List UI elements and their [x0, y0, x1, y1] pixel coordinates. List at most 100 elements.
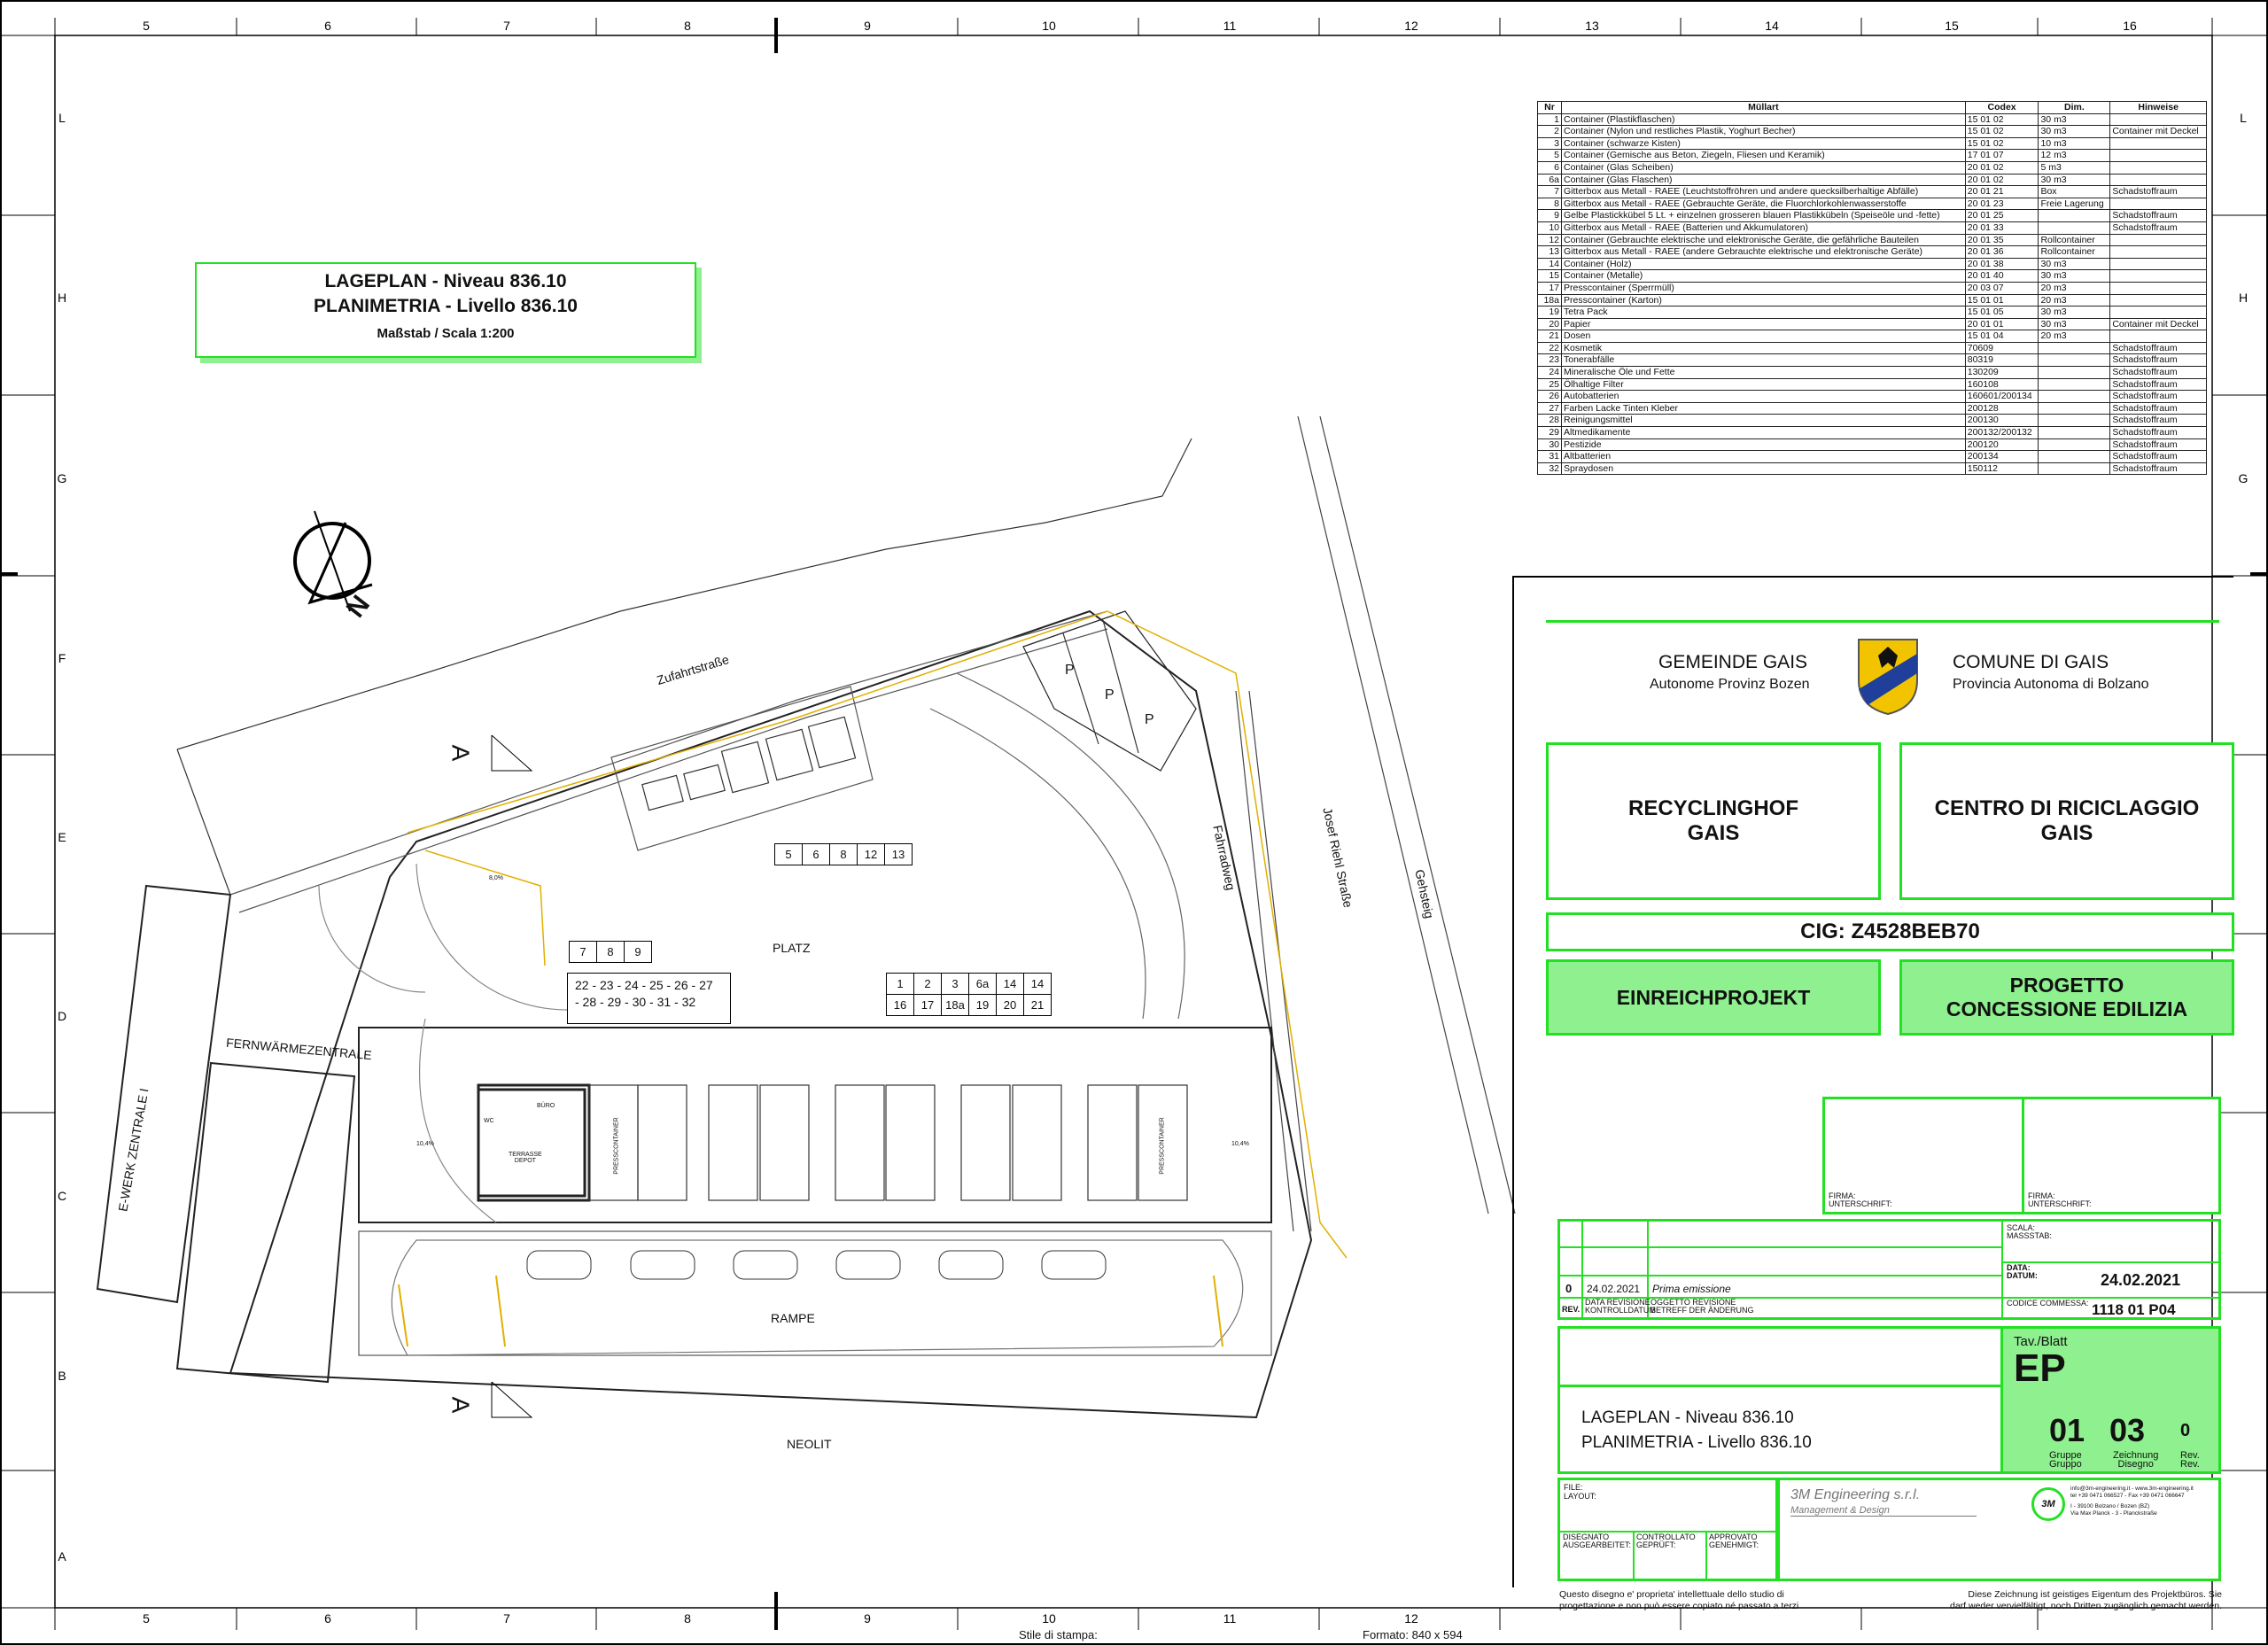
waste-table-cell: 5 — [1537, 149, 1562, 162]
plan-title-box: LAGEPLAN - Niveau 836.10 PLANIMETRIA - L… — [195, 262, 696, 358]
waste-table-cell: Rollcontainer — [2038, 245, 2111, 259]
waste-table-cell: Presscontainer (Karton) — [1561, 293, 1966, 307]
waste-table-cell: 21 — [1537, 330, 1562, 343]
waste-table-cell: Container (Glas Flaschen) — [1561, 173, 1966, 187]
codice-value: 1118 01 P04 — [2092, 1301, 2176, 1318]
presscontainer-left: PRESSCONTAINER — [613, 1117, 620, 1175]
waste-table-cell: 200130 — [1964, 414, 2039, 428]
datum-value: 24.02.2021 — [2101, 1271, 2181, 1289]
parking-p1: P — [1065, 663, 1075, 678]
waste-table-cell: Tetra Pack — [1561, 306, 1966, 319]
file-labels: FILE: LAYOUT: — [1564, 1483, 1596, 1501]
waste-table-cell: 2 — [1537, 125, 1562, 138]
waste-table-cell: 29 — [1537, 426, 1562, 439]
col-label-bottom: 10 — [1042, 1611, 1056, 1626]
rampe-label: RAMPE — [771, 1311, 815, 1325]
project-de-line1: RECYCLINGHOF — [1628, 796, 1798, 820]
container-number: 12 — [857, 844, 884, 865]
signature-box-2: FIRMA: UNTERSCHRIFT: — [2022, 1097, 2221, 1214]
waste-table-cell — [2038, 401, 2111, 415]
waste-table-cell: 30 — [1537, 438, 1562, 452]
col-label-top: 9 — [864, 19, 871, 33]
waste-table-cell: Container (schwarze Kisten) — [1561, 136, 1966, 151]
address-line2: Via Max Planck - 3 - Planckstraße — [2070, 1510, 2157, 1517]
waste-table-row: 7 Gitterbox aus Metall - RAEE (Leuchtstof… — [1537, 185, 2207, 198]
col-label-top: 8 — [684, 19, 691, 33]
container-number: 8 — [829, 844, 857, 865]
scale-labels: SCALA: MASSSTAB: — [2007, 1223, 2052, 1240]
slope-small: 8,0% — [489, 875, 503, 881]
section-a-top: A — [447, 744, 475, 762]
waste-table-cell: Container (Plastikflaschen) — [1561, 113, 1966, 127]
rev-number-sheet: 0 — [2180, 1421, 2191, 1440]
slope-right: 10,4% — [1231, 1141, 1249, 1147]
waste-table-cell: 30 m3 — [2038, 125, 2111, 138]
waste-table-cell: 19 — [1537, 306, 1562, 319]
waste-table-cell: Gitterbox aus Metall - RAEE (Leuchtstoff… — [1561, 185, 1966, 198]
waste-table-cell — [2038, 377, 2111, 392]
waste-table-cell: 10 m3 — [2038, 136, 2111, 151]
waste-table-cell: Schadstoffraum — [2109, 438, 2207, 452]
waste-table-cell: 30 m3 — [2038, 173, 2111, 187]
waste-table-cell: Autobatterien — [1561, 390, 1966, 403]
project-it-line2: GAIS — [2040, 821, 2093, 845]
waste-table-header-cell: Müllart — [1561, 101, 1966, 114]
waste-table-cell: Container (Glas Scheiben) — [1561, 160, 1966, 175]
col-label-bottom: 6 — [324, 1611, 331, 1626]
row-label-left: F — [58, 651, 66, 665]
platz-label: PLATZ — [773, 941, 811, 955]
col-label-bottom: 8 — [684, 1611, 691, 1626]
rev-label: REV. — [1562, 1305, 1581, 1314]
waste-table-cell: 80319 — [1964, 353, 2039, 368]
plan-title-line2: PLANIMETRIA - Livello 836.10 — [314, 296, 578, 316]
waste-table-cell: Reinigungsmittel — [1561, 414, 1966, 428]
waste-table-cell: 18a — [1537, 293, 1562, 307]
waste-table-header-cell: Nr — [1537, 101, 1562, 114]
waste-table-cell: 200120 — [1964, 438, 2039, 452]
waste-table-cell: 23 — [1537, 353, 1562, 368]
waste-table-cell: Container (Gemische aus Beton, Ziegeln, … — [1561, 149, 1966, 162]
container-number: 9 — [624, 942, 651, 962]
waste-table: Nr Müllart Codex Dim. Hinweise 1 Container (P… — [1537, 101, 2207, 476]
waste-table-cell: Container (Nylon und restliches Plastik,… — [1561, 125, 1966, 138]
copyright-note-it: Questo disegno e' proprieta' intellettua… — [1559, 1589, 1799, 1611]
row-label-left: E — [58, 830, 66, 844]
waste-table-cell: Gitterbox aus Metall - RAEE (Gebrauchte … — [1561, 197, 1966, 211]
waste-table-cell: Schadstoffraum — [2109, 221, 2207, 235]
slope-left: 10,4% — [416, 1141, 434, 1147]
waste-table-cell: Farben Lacke Tinten Kleber — [1561, 401, 1966, 415]
waste-table-cell: 20 03 07 — [1964, 281, 2039, 295]
waste-table-cell: Schadstoffraum — [2109, 390, 2207, 403]
container-number: 16 — [893, 998, 907, 1012]
ep-code: EP — [2014, 1346, 2066, 1390]
row-label-left: B — [58, 1369, 66, 1383]
waste-table-cell: Gitterbox aus Metall - RAEE (andere Gebr… — [1561, 245, 1966, 259]
drawing-title-de: LAGEPLAN - Niveau 836.10 — [1581, 1408, 1794, 1427]
project-name-de: RECYCLINGHOF GAIS — [1546, 742, 1881, 900]
container-number: 14 — [996, 974, 1023, 994]
col-label-top: 10 — [1042, 19, 1056, 33]
address-line1: I - 39100 Bolzano / Bozen (BZ) — [2070, 1503, 2150, 1509]
col-label-top: 15 — [1945, 19, 1959, 33]
waste-table-cell: Container (Holz) — [1561, 257, 1966, 271]
revision-table: 0 24.02.2021 Prima emissione REV. DATA R… — [1557, 1219, 2221, 1320]
waste-table-cell: 15 01 02 — [1964, 136, 2039, 151]
parked-cars — [526, 1250, 1107, 1280]
waste-table-cell — [2109, 233, 2207, 247]
site-geometry — [96, 415, 1516, 1419]
waste-table-cell: Spraydosen — [1561, 462, 1966, 476]
waste-table-cell: Gitterbox aus Metall - RAEE (Batterien u… — [1561, 221, 1966, 235]
waste-table-cell: Schadstoffraum — [2109, 209, 2207, 222]
gruppe-labels: Gruppe Gruppo — [2049, 1450, 2082, 1470]
waste-table-cell — [2109, 113, 2207, 127]
waste-table-cell: 28 — [1537, 414, 1562, 428]
waste-table-cell — [2109, 245, 2207, 259]
col-label-top: 11 — [1223, 19, 1237, 33]
row-label-left: H — [58, 291, 66, 305]
disegnato-labels: DISEGNATO AUSGEARBEITET: — [1563, 1532, 1632, 1549]
row-label-left: A — [58, 1549, 66, 1564]
waste-table-cell: 20 01 23 — [1964, 197, 2039, 211]
controllato-labels: CONTROLLATO GEPRÜFT: — [1636, 1532, 1696, 1549]
waste-table-cell: 20 m3 — [2038, 330, 2111, 343]
company-name: 3M Engineering s.r.l. — [1790, 1487, 1921, 1502]
